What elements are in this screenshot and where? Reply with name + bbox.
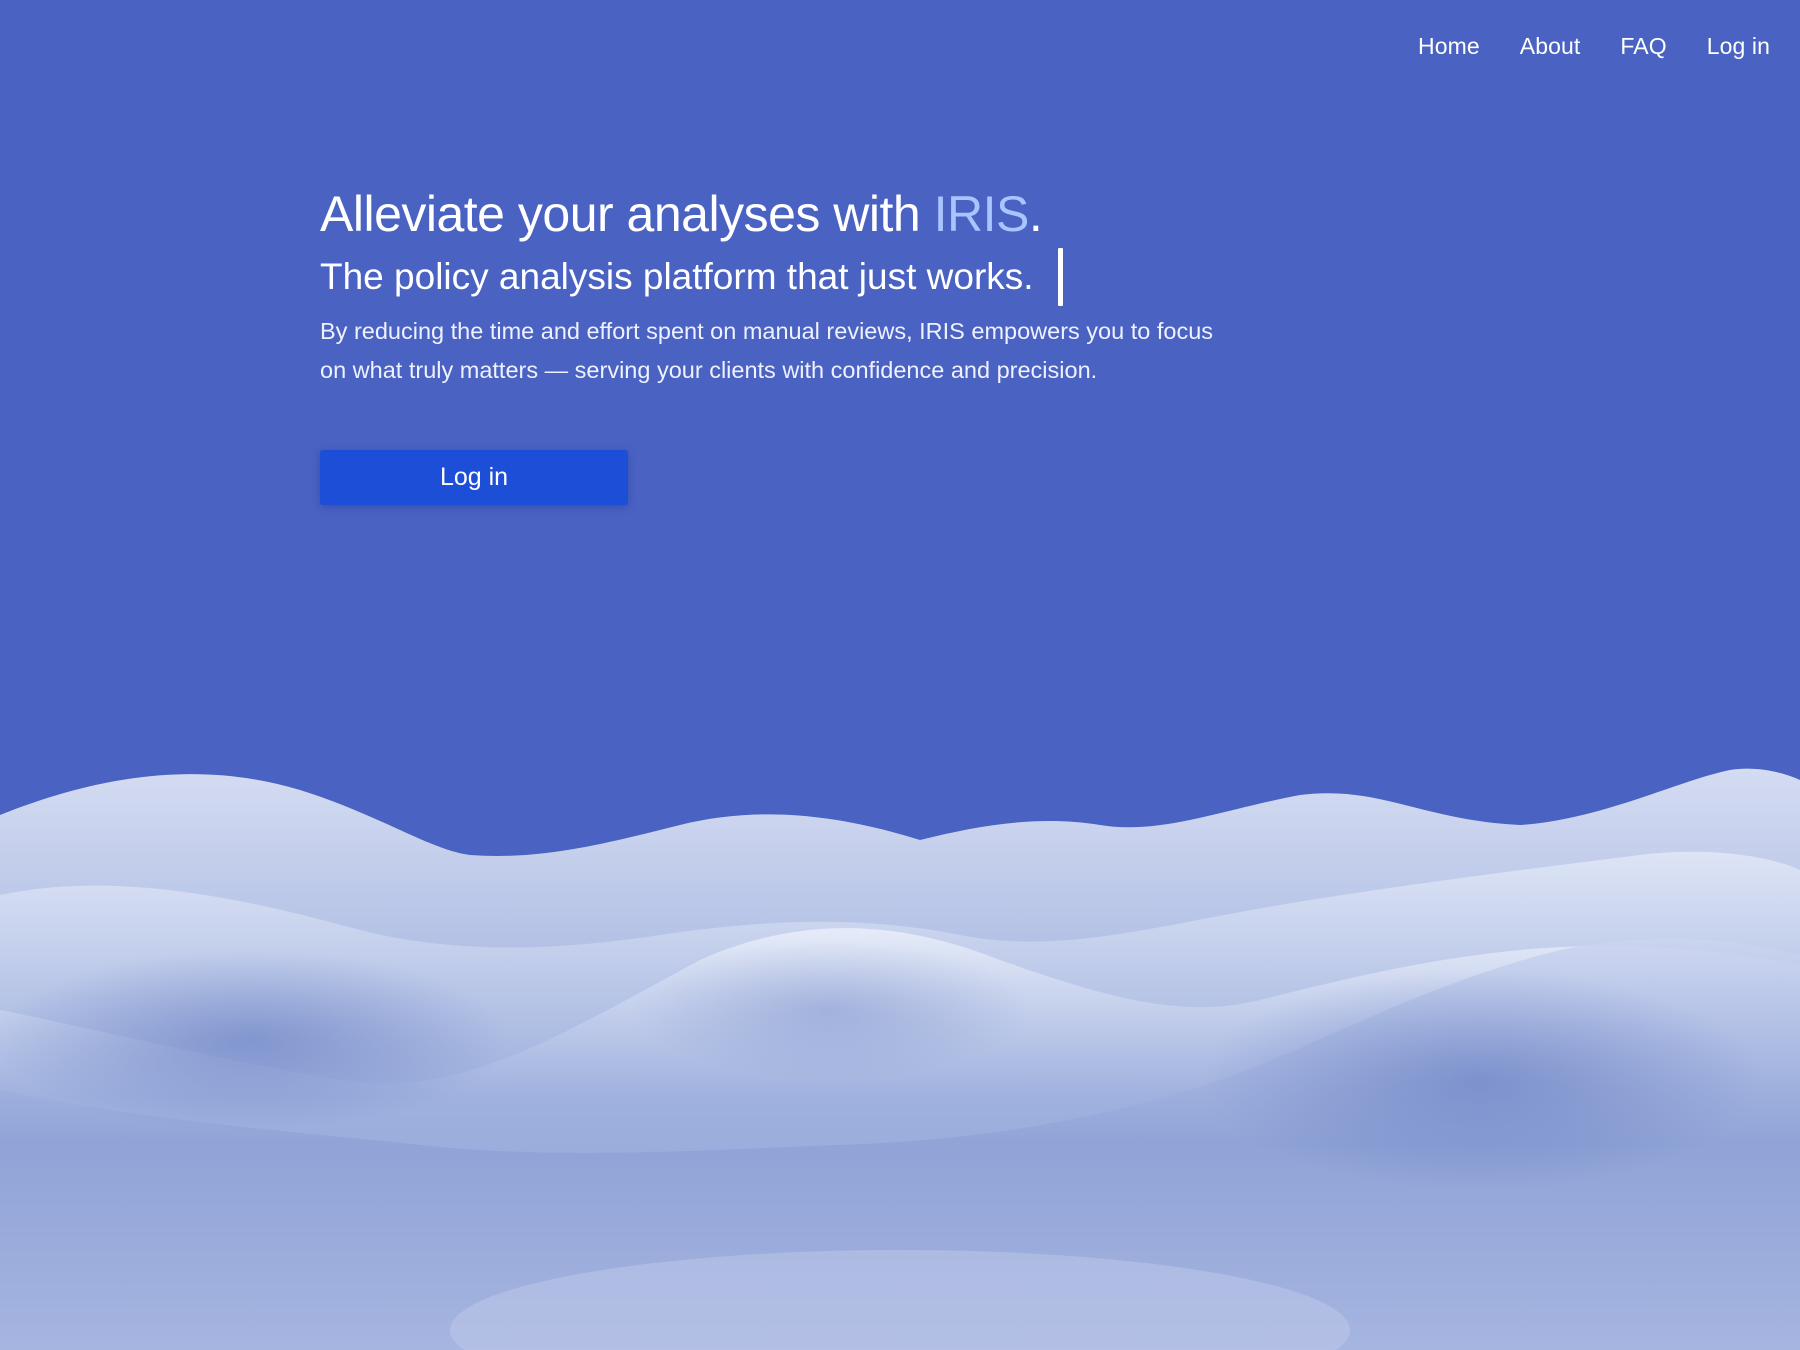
nav-login-link[interactable]: Log in [1707,33,1770,60]
hero-section: Alleviate your analyses with IRIS. The p… [320,184,1240,505]
typing-cursor [1057,248,1063,306]
hero-subtitle: The policy analysis platform that just w… [320,248,1240,306]
top-navigation: Home About FAQ Log in [1418,33,1770,60]
login-button[interactable]: Log in [320,450,628,505]
nav-about-link[interactable]: About [1520,33,1581,60]
hero-title-suffix: . [1028,186,1043,242]
nav-home-link[interactable]: Home [1418,33,1480,60]
hero-description: By reducing the time and effort spent on… [320,318,1214,383]
hero-title-prefix: Alleviate your analyses with [320,186,934,242]
nav-faq-link[interactable]: FAQ [1620,33,1666,60]
brand-name: IRIS [933,186,1030,242]
hero-subtitle-text: The policy analysis platform that just w… [320,256,1034,297]
hero-title: Alleviate your analyses with IRIS. [320,184,1240,244]
